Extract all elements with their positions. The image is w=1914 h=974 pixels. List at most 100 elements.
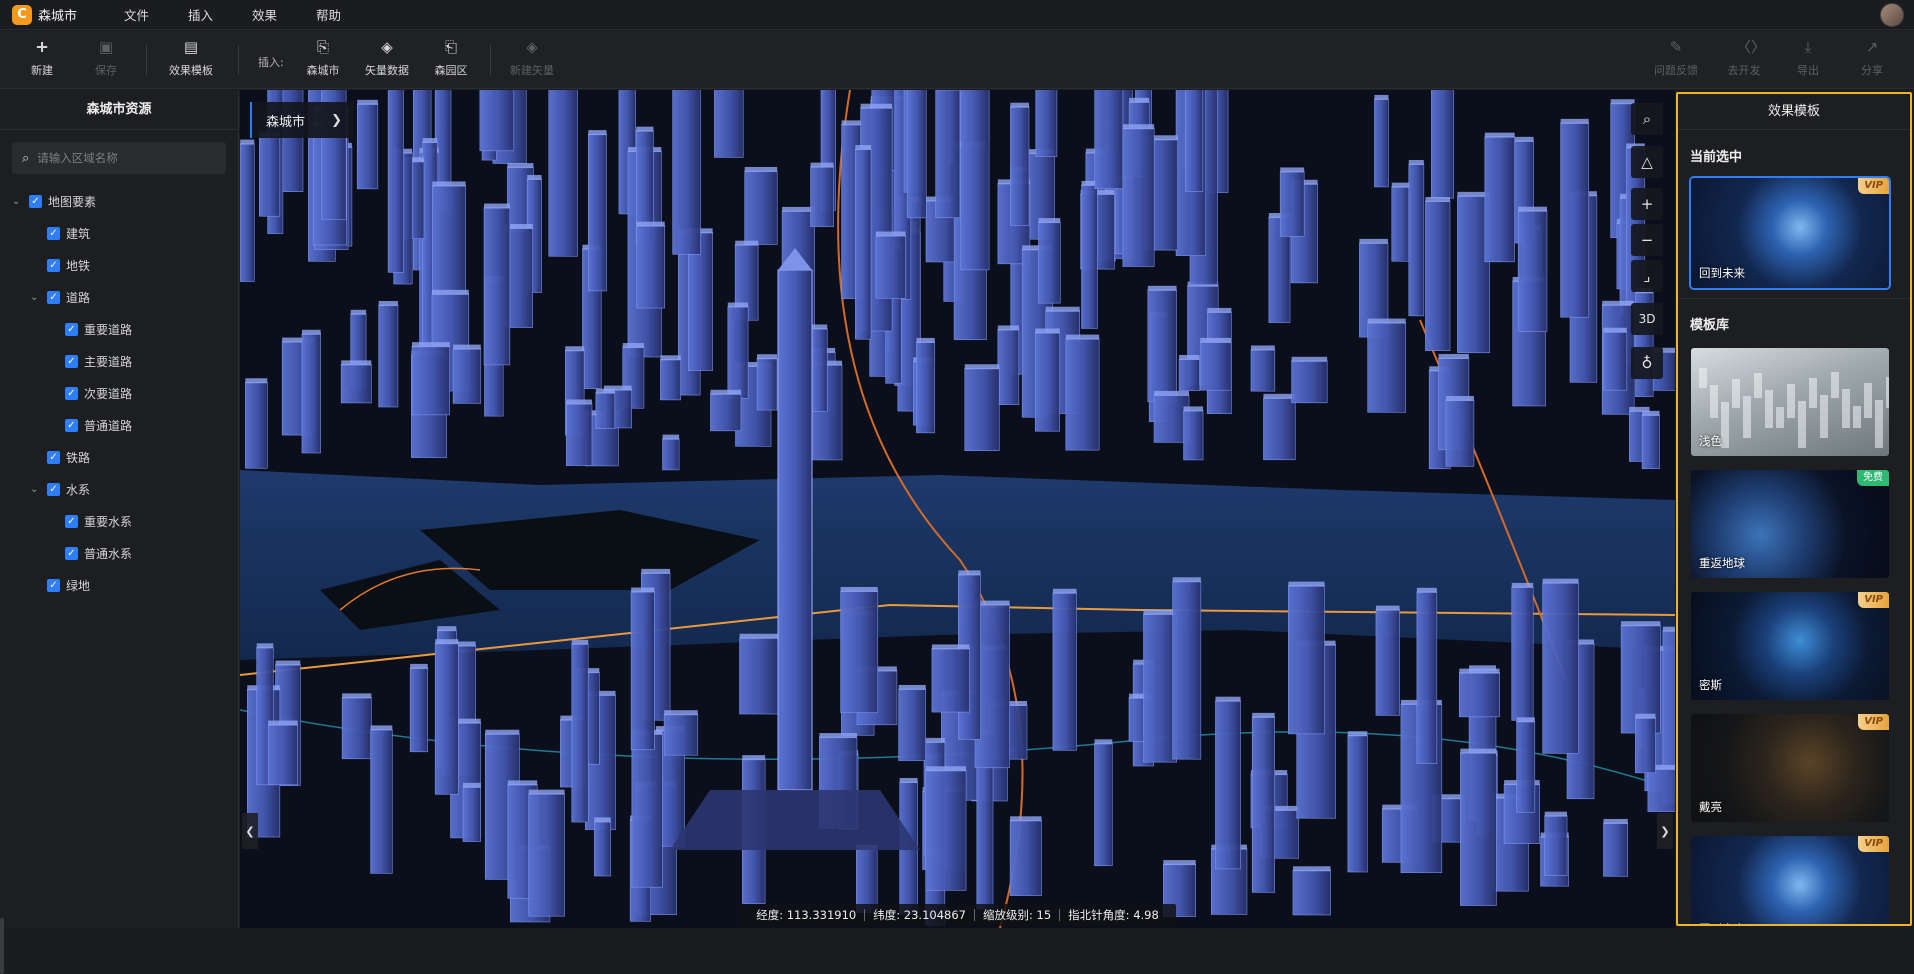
tree-item[interactable]: ✓普通道路	[48, 416, 132, 434]
chevron-down-icon[interactable]: ⌄	[30, 484, 40, 495]
layer-checkbox[interactable]: ✓	[47, 291, 60, 304]
tree-item[interactable]: ✓次要道路	[48, 384, 132, 402]
building	[341, 364, 371, 403]
building	[379, 305, 398, 407]
building	[371, 729, 393, 873]
layer-checkbox[interactable]: ✓	[47, 483, 60, 496]
template-name: 戴亮	[1699, 799, 1722, 815]
region-search-input[interactable]	[37, 151, 217, 165]
chevron-down-icon[interactable]: ⌄	[12, 196, 22, 207]
zoom-in-button[interactable]: +	[1631, 188, 1663, 220]
tree-item[interactable]: ✓重要水系	[48, 512, 132, 530]
new-layer-icon: ◈	[524, 39, 540, 55]
building	[916, 342, 934, 433]
tree-item[interactable]: ⌄✓地图要素	[12, 192, 96, 210]
insert-label: 插入:	[258, 54, 284, 70]
building-shape	[1820, 395, 1828, 438]
current-template-card[interactable]: VIP 回到未来	[1691, 178, 1889, 288]
layer-checkbox[interactable]: ✓	[65, 419, 78, 432]
develop-button[interactable]: 〈〉 去开发	[1714, 39, 1774, 78]
building-shape	[1710, 385, 1718, 418]
feedback-button[interactable]: ✎ 问题反馈	[1646, 39, 1706, 78]
tree-item[interactable]: ✓重要道路	[48, 320, 132, 338]
tree-item[interactable]: ✓ 地铁	[30, 256, 90, 274]
building-roof	[876, 232, 906, 237]
building-shape	[1754, 373, 1762, 398]
building-roof	[1603, 819, 1627, 824]
save-button[interactable]: ▣ 保存	[76, 39, 136, 78]
building	[1642, 415, 1659, 469]
coordinate-status-bar: 经度: 113.331910 纬度: 23.104867 缩放级别: 15 指北…	[739, 904, 1176, 926]
tree-item[interactable]: ⌄✓水系	[30, 480, 90, 498]
template-name: 浅色	[1699, 433, 1722, 449]
building-roof	[1425, 197, 1450, 202]
export-button[interactable]: ⤓ 导出	[1778, 39, 1838, 78]
menu-insert[interactable]: 插入	[188, 5, 213, 24]
insert-forest-city-button[interactable]: ⎘ 森城市	[293, 39, 353, 78]
building	[435, 643, 458, 794]
new-vector-button[interactable]: ◈ 新建矢量	[502, 39, 562, 78]
template-card[interactable]: 免费重返地球	[1691, 470, 1889, 578]
tree-item[interactable]: ⌄✓道路	[30, 288, 90, 306]
compass-icon: △	[1641, 153, 1653, 171]
city-3d-scene[interactable]	[240, 90, 1675, 928]
tree-item[interactable]: ✓普通水系	[48, 544, 132, 562]
building	[710, 394, 740, 431]
building-roof	[302, 330, 321, 335]
chevron-down-icon[interactable]: ⌄	[30, 292, 40, 303]
layer-checkbox[interactable]: ✓	[65, 355, 78, 368]
layer-checkbox[interactable]: ✓	[65, 323, 78, 336]
building-roof	[663, 435, 680, 440]
collapse-left-button[interactable]: ❮	[242, 813, 258, 849]
menu-file[interactable]: 文件	[124, 5, 149, 24]
building	[841, 591, 878, 713]
layer-checkbox[interactable]: ✓	[65, 547, 78, 560]
tree-item[interactable]: ✓铁路	[30, 448, 90, 466]
template-card[interactable]: VIP密斯	[1691, 592, 1889, 700]
building-roof	[664, 710, 698, 715]
building	[1053, 593, 1077, 751]
building-roof	[1376, 606, 1400, 611]
breadcrumb[interactable]: 森城市 ❯	[250, 102, 354, 138]
building	[594, 821, 610, 876]
effect-template-button[interactable]: ▤ 效果模板	[161, 39, 221, 78]
template-card[interactable]: 浅色	[1691, 348, 1889, 456]
layout-template-icon: ▤	[183, 39, 199, 55]
layer-checkbox[interactable]: ✓	[29, 195, 42, 208]
tree-item[interactable]: ✓绿地	[30, 576, 90, 594]
view-mode-3d-button[interactable]: 3D	[1631, 303, 1663, 335]
tree-item[interactable]: ✓建筑	[30, 224, 90, 242]
template-card[interactable]: VIP回到未来	[1691, 836, 1889, 926]
share-button[interactable]: ↗ 分享	[1842, 39, 1902, 78]
collapse-right-button[interactable]: ❯	[1657, 813, 1673, 849]
layer-checkbox[interactable]: ✓	[65, 515, 78, 528]
panel-resize-handle[interactable]	[0, 918, 4, 974]
zoom-out-button[interactable]: −	[1631, 224, 1663, 256]
insert-vector-data-button[interactable]: ◈ 矢量数据	[357, 39, 417, 78]
layer-checkbox[interactable]: ✓	[65, 387, 78, 400]
map-search-button[interactable]: ⌕	[1631, 103, 1663, 135]
menu-effect[interactable]: 效果	[252, 5, 277, 24]
building-roof	[1518, 207, 1547, 212]
new-button[interactable]: ➕︎ 新建	[12, 39, 72, 78]
compass-button[interactable]: △	[1631, 146, 1663, 178]
building	[1648, 769, 1675, 812]
tree-item[interactable]: ✓主要道路	[48, 352, 132, 370]
layer-checkbox[interactable]: ✓	[47, 451, 60, 464]
layer-checkbox[interactable]: ✓	[47, 227, 60, 240]
building-roof	[1148, 286, 1177, 291]
building-roof	[453, 345, 481, 350]
map-viewport[interactable]: 森城市 ❯ ⌕ △ + − ⌟ 3D ♁ ❮ ❯ 经度: 113.331910 …	[240, 90, 1675, 928]
tree-item-label: 地铁	[66, 257, 90, 274]
search-icon: ⌕	[22, 151, 29, 166]
user-avatar-icon[interactable]	[1880, 3, 1904, 27]
template-card[interactable]: VIP戴亮	[1691, 714, 1889, 822]
layer-checkbox[interactable]: ✓	[47, 259, 60, 272]
insert-forest-park-button[interactable]: ⎗ 森园区	[421, 39, 481, 78]
menu-help[interactable]: 帮助	[316, 5, 341, 24]
fullscreen-button[interactable]: ⌟	[1631, 260, 1663, 292]
building-roof	[1446, 396, 1474, 401]
layer-checkbox[interactable]: ✓	[47, 579, 60, 592]
globe-view-button[interactable]: ♁	[1631, 347, 1663, 379]
building-roof	[1053, 589, 1077, 594]
